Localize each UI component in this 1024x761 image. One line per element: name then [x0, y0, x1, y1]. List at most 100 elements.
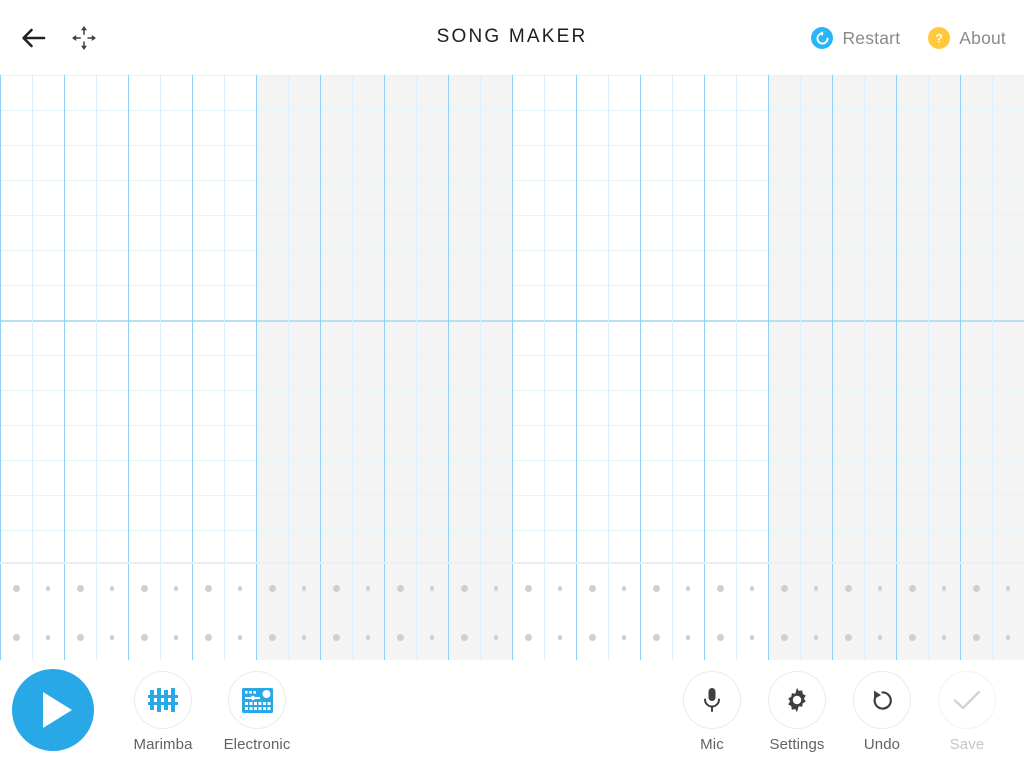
melody-cell[interactable] [256, 110, 288, 145]
melody-cell[interactable] [448, 75, 480, 110]
percussion-cell[interactable] [736, 613, 768, 660]
melody-cell[interactable] [512, 75, 544, 110]
melody-cell[interactable] [416, 425, 448, 460]
percussion-cell[interactable] [832, 613, 864, 660]
melody-cell[interactable] [896, 390, 928, 425]
melody-cell[interactable] [960, 145, 992, 180]
melody-cell[interactable] [512, 320, 544, 355]
percussion-cell[interactable] [544, 564, 576, 613]
percussion-cell[interactable] [320, 564, 352, 613]
melody-cell[interactable] [832, 215, 864, 250]
melody-cell[interactable] [480, 75, 512, 110]
melody-cell[interactable] [800, 355, 832, 390]
melody-cell[interactable] [864, 285, 896, 320]
melody-cell[interactable] [672, 250, 704, 285]
melody-cell[interactable] [0, 145, 32, 180]
melody-cell[interactable] [416, 355, 448, 390]
melody-cell[interactable] [224, 180, 256, 215]
melody-cell[interactable] [128, 355, 160, 390]
about-button[interactable]: ? About [928, 27, 1006, 49]
melody-cell[interactable] [768, 320, 800, 355]
melody-cell[interactable] [608, 250, 640, 285]
melody-cell[interactable] [928, 460, 960, 495]
melody-cell[interactable] [576, 145, 608, 180]
melody-cell[interactable] [64, 390, 96, 425]
instrument-percussion-button[interactable]: Electronic [212, 671, 302, 753]
melody-cell[interactable] [928, 530, 960, 565]
melody-cell[interactable] [928, 110, 960, 145]
melody-cell[interactable] [128, 75, 160, 110]
percussion-cell[interactable] [416, 564, 448, 613]
melody-cell[interactable] [0, 320, 32, 355]
melody-cell[interactable] [512, 250, 544, 285]
melody-cell[interactable] [320, 250, 352, 285]
melody-cell[interactable] [32, 145, 64, 180]
melody-cell[interactable] [96, 180, 128, 215]
melody-cell[interactable] [576, 320, 608, 355]
melody-cell[interactable] [896, 425, 928, 460]
melody-cell[interactable] [320, 320, 352, 355]
melody-cell[interactable] [960, 215, 992, 250]
melody-cell[interactable] [768, 285, 800, 320]
melody-cell[interactable] [800, 530, 832, 565]
melody-cell[interactable] [768, 460, 800, 495]
percussion-cell[interactable] [192, 613, 224, 660]
melody-cell[interactable] [256, 75, 288, 110]
melody-cell[interactable] [32, 110, 64, 145]
melody-cell[interactable] [928, 75, 960, 110]
melody-cell[interactable] [864, 180, 896, 215]
melody-cell[interactable] [704, 495, 736, 530]
melody-cell[interactable] [768, 75, 800, 110]
melody-cell[interactable] [96, 145, 128, 180]
melody-cell[interactable] [160, 390, 192, 425]
melody-cell[interactable] [832, 75, 864, 110]
melody-cell[interactable] [320, 530, 352, 565]
melody-cell[interactable] [160, 180, 192, 215]
melody-cell[interactable] [544, 390, 576, 425]
percussion-cell[interactable] [0, 564, 32, 613]
melody-cell[interactable] [480, 180, 512, 215]
melody-cell[interactable] [608, 145, 640, 180]
melody-cell[interactable] [128, 250, 160, 285]
percussion-cell[interactable] [736, 564, 768, 613]
melody-cell[interactable] [224, 495, 256, 530]
melody-cell[interactable] [576, 285, 608, 320]
melody-cell[interactable] [864, 320, 896, 355]
percussion-cell[interactable] [992, 613, 1024, 660]
melody-cell[interactable] [608, 320, 640, 355]
melody-cell[interactable] [672, 180, 704, 215]
percussion-cell[interactable] [576, 613, 608, 660]
melody-cell[interactable] [320, 215, 352, 250]
melody-cell[interactable] [384, 75, 416, 110]
melody-cell[interactable] [352, 425, 384, 460]
percussion-cell[interactable] [608, 613, 640, 660]
melody-cell[interactable] [128, 110, 160, 145]
melody-cell[interactable] [448, 530, 480, 565]
melody-cell[interactable] [992, 215, 1024, 250]
melody-cell[interactable] [736, 215, 768, 250]
melody-cell[interactable] [736, 250, 768, 285]
melody-cell[interactable] [672, 495, 704, 530]
melody-cell[interactable] [896, 145, 928, 180]
melody-cell[interactable] [224, 530, 256, 565]
melody-cell[interactable] [544, 530, 576, 565]
melody-cell[interactable] [96, 390, 128, 425]
percussion-cell[interactable] [672, 564, 704, 613]
restart-button[interactable]: Restart [811, 27, 900, 49]
percussion-cell[interactable] [0, 613, 32, 660]
melody-cell[interactable] [288, 320, 320, 355]
melody-cell[interactable] [800, 460, 832, 495]
percussion-cell[interactable] [384, 564, 416, 613]
melody-cell[interactable] [64, 460, 96, 495]
percussion-cell[interactable] [448, 613, 480, 660]
melody-cell[interactable] [224, 250, 256, 285]
melody-cell[interactable] [800, 215, 832, 250]
melody-cell[interactable] [896, 355, 928, 390]
melody-cell[interactable] [352, 180, 384, 215]
melody-cell[interactable] [704, 180, 736, 215]
percussion-cell[interactable] [320, 613, 352, 660]
melody-cell[interactable] [352, 390, 384, 425]
melody-cell[interactable] [160, 530, 192, 565]
percussion-cell[interactable] [608, 564, 640, 613]
melody-cell[interactable] [928, 215, 960, 250]
